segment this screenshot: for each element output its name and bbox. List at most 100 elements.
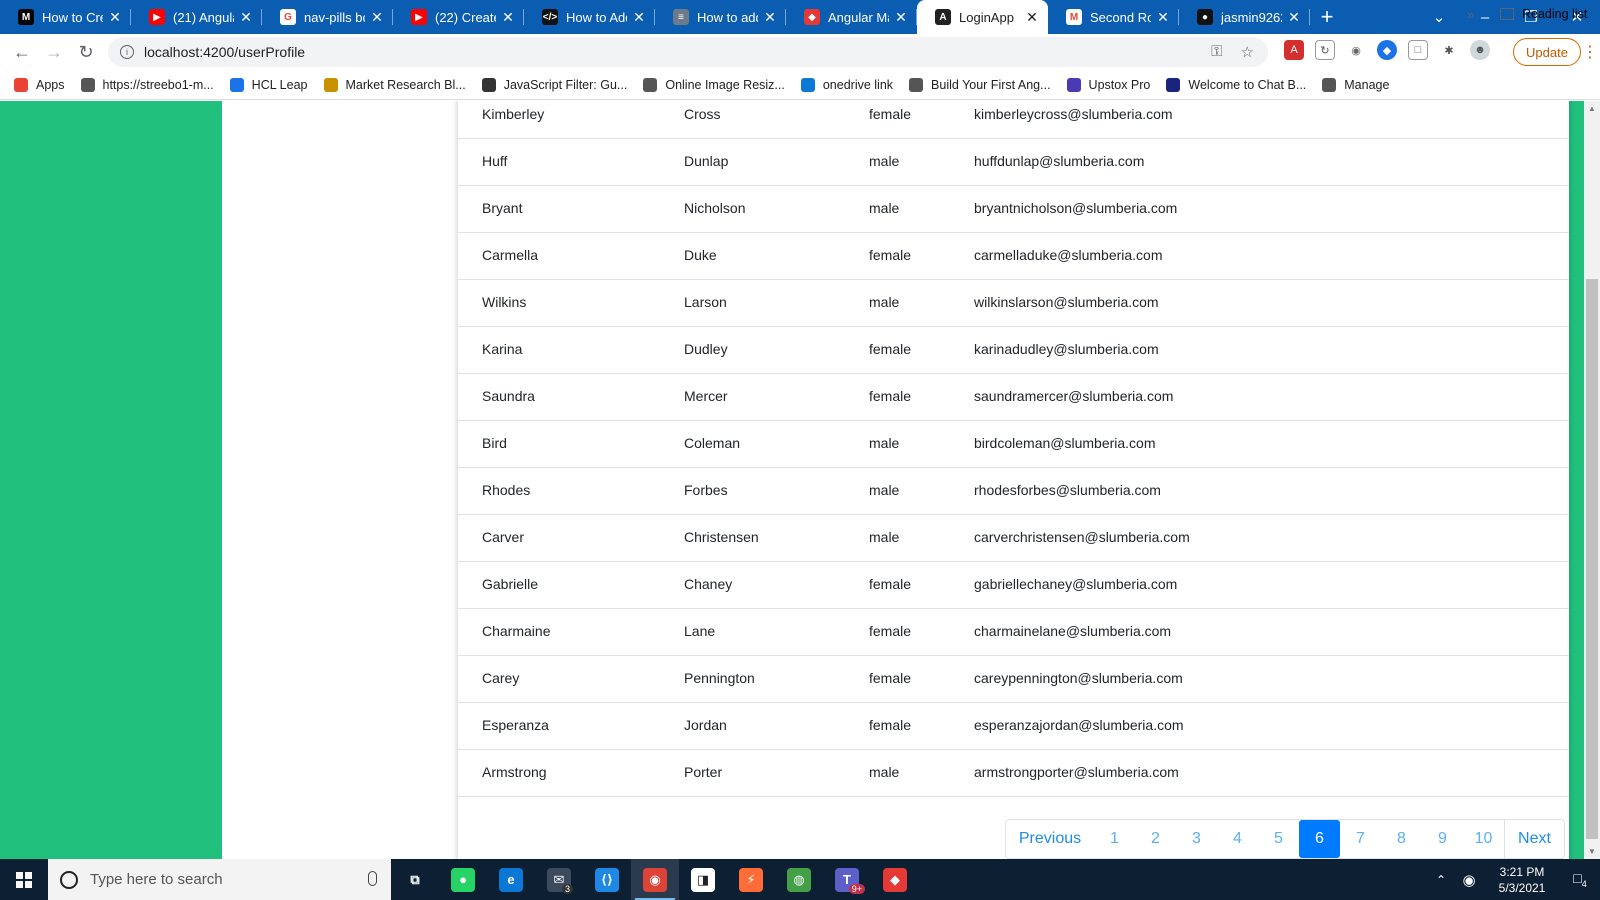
notification-center-icon[interactable]: □4 [1560,870,1600,889]
start-button[interactable] [0,859,48,900]
profile-avatar-icon[interactable]: ☻ [1470,40,1490,60]
taskbar-app[interactable]: e [487,859,535,900]
table-row: Charmaine Lane female charmainelane@slumber… [458,608,1569,656]
browser-tab[interactable]: ◆ Angular Mat✕ [786,0,917,34]
scroll-thumb[interactable] [1586,279,1598,839]
page-3-button[interactable]: 3 [1176,820,1217,858]
bookmarks-overflow-icon[interactable]: » [1467,7,1474,22]
taskbar-app[interactable]: ◆ [871,859,919,900]
page-7-button[interactable]: 7 [1340,820,1381,858]
taskbar-app[interactable]: T 9+ [823,859,871,900]
bookmark-item[interactable]: Manage [1322,77,1389,92]
next-page-button[interactable]: Next [1504,820,1564,858]
scroll-down-arrow-icon[interactable]: ▼ [1588,847,1596,856]
network-icon[interactable]: ◉ [1454,871,1484,889]
reading-list-label: Reading list [1522,7,1588,21]
last-name-cell: Coleman [684,435,741,451]
taskbar-app[interactable]: ⚡ [727,859,775,900]
first-name-cell: Bryant [482,200,523,216]
last-name-cell: Lane [684,623,716,639]
close-tab-icon[interactable]: ✕ [107,9,123,26]
new-tab-icon[interactable]: + [1310,0,1344,34]
close-tab-icon[interactable]: ✕ [238,9,254,26]
bookmark-item[interactable]: Upstox Pro [1066,77,1150,92]
tray-overflow-icon[interactable]: ⌃ [1428,873,1454,887]
close-tab-icon[interactable]: ✕ [500,9,516,26]
bookmark-item[interactable]: Apps [14,77,65,92]
browser-tab[interactable]: A LoginApp ✕ [917,0,1048,34]
menu-kebab-icon[interactable]: ⋮ [1582,42,1598,62]
browser-tab[interactable]: Gnav-pills boo✕ [262,0,393,34]
page-6-button[interactable]: 6 [1299,820,1340,858]
camera-extension-icon[interactable]: ◉ [1346,40,1366,60]
url-text[interactable]: localhost:4200/userProfile [144,44,305,60]
reading-list-icon [1500,8,1514,20]
page-4-button[interactable]: 4 [1217,820,1258,858]
previous-page-button[interactable]: Previous [1006,820,1094,858]
bookmark-item[interactable]: https://streebo1-m... [80,77,214,92]
close-tab-icon[interactable]: ✕ [893,9,909,26]
bookmark-item[interactable]: Welcome to Chat B... [1166,77,1306,92]
taskbar-app[interactable]: ● [439,859,487,900]
last-name-cell: Porter [684,764,723,780]
bookmark-item[interactable]: Online Image Resiz... [643,77,785,92]
site-info-icon[interactable]: i [120,45,134,59]
sync-extension-icon[interactable]: ↻ [1315,40,1335,60]
chat-icon [1166,77,1181,92]
close-tab-icon[interactable]: ✕ [631,9,647,26]
close-tab-icon[interactable]: ✕ [1024,9,1040,26]
page-2-button[interactable]: 2 [1135,820,1176,858]
taskbar-app[interactable]: ⟨⟩ [583,859,631,900]
taskbar-search[interactable]: Type here to search [48,859,391,900]
bookmark-item[interactable]: HCL Leap [229,77,308,92]
page-9-button[interactable]: 9 [1422,820,1463,858]
taskbar-app[interactable]: ◍ [775,859,823,900]
bookmark-item[interactable]: JavaScript Filter: Gu... [481,77,627,92]
browser-tab[interactable]: ● jasmin92621✕ [1179,0,1310,34]
scroll-up-arrow-icon[interactable]: ▲ [1588,104,1596,113]
clock[interactable]: 3:21 PM 5/3/2021 [1484,864,1560,896]
browser-tab[interactable]: ▶ (21) Angular✕ [131,0,262,34]
microphone-icon[interactable] [368,871,377,886]
tab-search-icon[interactable]: ⌄ [1416,8,1462,26]
bookmark-item[interactable]: Build Your First Ang... [909,77,1051,92]
browser-tab[interactable]: ▶ (22) Create A✕ [393,0,524,34]
pdf-extension-icon[interactable]: A [1284,40,1304,60]
back-icon[interactable]: ← [6,36,38,68]
close-tab-icon[interactable]: ✕ [762,9,778,26]
blue-drop-extension-icon[interactable]: ◆ [1377,40,1397,60]
password-key-icon[interactable]: ⚿ [1211,43,1222,61]
table-row: Rhodes Forbes male rhodesforbes@slumberia.c… [458,467,1569,515]
puzzle-extensions-icon[interactable]: ✱ [1439,40,1459,60]
window-extension-icon[interactable]: □ [1408,40,1428,60]
browser-tab[interactable]: M How to Creat✕ [0,0,131,34]
taskbar-app[interactable]: ◨ [679,859,727,900]
angular-icon: A [935,9,951,25]
browser-tab[interactable]: ≡ How to add ✕ [655,0,786,34]
page-10-button[interactable]: 10 [1463,820,1504,858]
reload-icon[interactable]: ↻ [70,36,102,68]
taskbar-app[interactable]: ◉ [631,859,679,900]
email-cell: wilkinslarson@slumberia.com [974,294,1159,310]
forward-icon[interactable]: → [38,36,70,68]
taskbar-app[interactable]: ✉ 3 [535,859,583,900]
close-tab-icon[interactable]: ✕ [1155,9,1171,26]
taskbar-app[interactable]: ⧉ [391,859,439,900]
page-5-button[interactable]: 5 [1258,820,1299,858]
tab-title: (22) Create A [435,9,496,25]
close-tab-icon[interactable]: ✕ [1286,9,1302,26]
browser-tab[interactable]: M Second Roun✕ [1048,0,1179,34]
bookmark-star-icon[interactable]: ☆ [1241,43,1254,61]
bookmark-label: https://streebo1-m... [102,77,214,92]
address-bar[interactable]: i localhost:4200/userProfile ⚿ ☆ [108,37,1268,67]
close-tab-icon[interactable]: ✕ [369,9,385,26]
browser-tab[interactable]: </> How to Add ✕ [524,0,655,34]
reading-list-button[interactable]: Reading list [1500,7,1587,21]
page-scrollbar[interactable]: ▲ ▼ [1584,101,1600,859]
update-button[interactable]: Update [1513,38,1581,66]
globe-icon [1322,77,1337,92]
page-8-button[interactable]: 8 [1381,820,1422,858]
bookmark-item[interactable]: Market Research Bl... [323,77,466,92]
bookmark-item[interactable]: onedrive link [800,77,893,92]
page-1-button[interactable]: 1 [1094,820,1135,858]
